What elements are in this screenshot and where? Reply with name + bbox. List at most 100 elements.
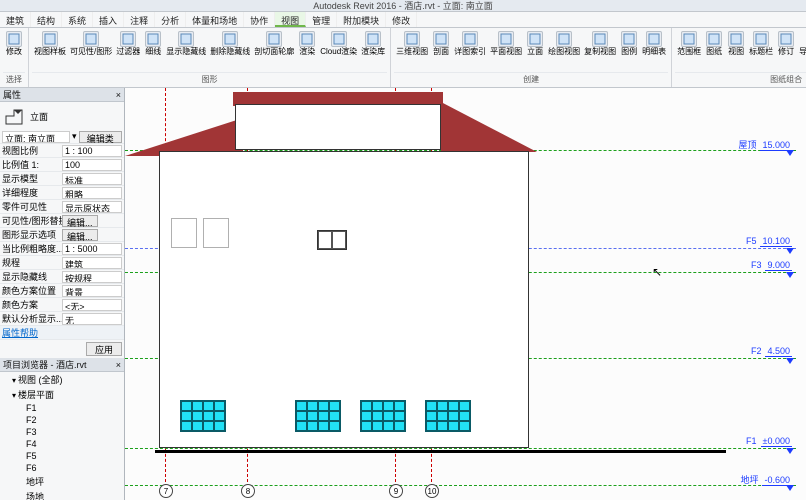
menu-tab[interactable]: 修改	[386, 12, 417, 27]
menu-tab[interactable]: 建筑	[0, 12, 31, 27]
ribbon-button[interactable]: 导向轴网	[797, 30, 806, 57]
menu-tab[interactable]: 注释	[124, 12, 155, 27]
ribbon-button[interactable]: 视图样板	[32, 30, 68, 57]
tree-item[interactable]: 场地	[0, 489, 124, 500]
grid-bubble[interactable]: 8	[241, 484, 255, 498]
level-tag[interactable]: 屋顶15.000	[738, 138, 792, 151]
prop-value[interactable]: 无	[62, 313, 122, 325]
menu-tab[interactable]: 视图	[275, 12, 306, 27]
level-line[interactable]	[125, 448, 796, 449]
ribbon-button[interactable]: 视图	[725, 30, 747, 57]
ribbon-button[interactable]: 可见性/图形	[68, 30, 114, 57]
prop-row[interactable]: 图形显示选项编辑...	[0, 228, 124, 242]
prop-value[interactable]: 1 : 5000	[62, 243, 122, 255]
prop-row[interactable]: 显示模型标准	[0, 172, 124, 186]
prop-value[interactable]: 100	[62, 159, 122, 171]
ribbon-button[interactable]: 立面	[524, 30, 546, 57]
level-tag[interactable]: F1±0.000	[746, 436, 792, 447]
menu-tab[interactable]: 结构	[31, 12, 62, 27]
menu-tab[interactable]: 系统	[62, 12, 93, 27]
tree-item[interactable]: F3	[0, 426, 124, 438]
prop-row[interactable]: 默认分析显示...无	[0, 312, 124, 326]
prop-value[interactable]: 按规程	[62, 271, 122, 283]
level-tag[interactable]: F24.500	[751, 346, 792, 357]
prop-value[interactable]: 建筑	[62, 257, 122, 269]
edit-type-button[interactable]: 编辑类型	[79, 131, 122, 143]
prop-row[interactable]: 当比例粗略度...1 : 5000	[0, 242, 124, 256]
prop-row[interactable]: 颜色方案<无>	[0, 298, 124, 312]
prop-row[interactable]: 详细程度粗略	[0, 186, 124, 200]
level-name: 屋顶	[738, 138, 756, 151]
type-selector-row[interactable]: 立面: 南立面 ▾ 编辑类型	[0, 130, 124, 144]
ribbon-button[interactable]: 过滤器	[114, 30, 142, 57]
menu-tab[interactable]: 体量和场地	[186, 12, 244, 27]
tree-item[interactable]: F2	[0, 414, 124, 426]
tree-item[interactable]: F1	[0, 402, 124, 414]
prop-value[interactable]: <无>	[62, 299, 122, 311]
menu-tab[interactable]: 协作	[244, 12, 275, 27]
drawing-canvas[interactable]: ↖ 屋顶15.000F510.100F39.000F24.500F1±0.000…	[125, 88, 806, 500]
ribbon-button[interactable]: 细线	[142, 30, 164, 57]
prop-row[interactable]: 颜色方案位置背景	[0, 284, 124, 298]
level-tag[interactable]: F510.100	[746, 236, 792, 247]
level-line[interactable]	[125, 485, 796, 486]
tree-item[interactable]: 楼层平面	[0, 387, 124, 402]
level-tag[interactable]: F39.000	[751, 260, 792, 271]
apply-button[interactable]: 应用	[86, 342, 122, 356]
prop-row[interactable]: 比例值 1:100	[0, 158, 124, 172]
ribbon-button[interactable]: 平面视图	[488, 30, 524, 57]
menu-tab[interactable]: 分析	[155, 12, 186, 27]
ribbon-button[interactable]: 修改	[3, 30, 25, 57]
close-icon[interactable]: ×	[116, 90, 121, 100]
ribbon-button[interactable]: Cloud渲染	[318, 30, 359, 57]
ribbon-button[interactable]: 复制视图	[582, 30, 618, 57]
tree-item[interactable]: 视图 (全部)	[0, 372, 124, 387]
prop-value[interactable]: 标准	[62, 173, 122, 185]
prop-row[interactable]: 规程建筑	[0, 256, 124, 270]
tree-item[interactable]: 地坪	[0, 474, 124, 489]
prop-value[interactable]: 显示原状态	[62, 201, 122, 213]
level-tag[interactable]: 地坪-0.600	[740, 473, 792, 486]
ribbon-button[interactable]: 标题栏	[747, 30, 775, 57]
ribbon-button[interactable]: 显示隐藏线	[164, 30, 208, 57]
ribbon-button[interactable]: 绘图视图	[546, 30, 582, 57]
ribbon-button[interactable]: 渲染	[296, 30, 318, 57]
tree-item[interactable]: F5	[0, 450, 124, 462]
prop-edit-button[interactable]: 编辑...	[62, 229, 98, 241]
ribbon-button[interactable]: 详图索引	[452, 30, 488, 57]
prop-row[interactable]: 显示隐藏线按规程	[0, 270, 124, 284]
ribbon-button[interactable]: 三维视图	[394, 30, 430, 57]
menu-tab[interactable]: 插入	[93, 12, 124, 27]
grid-bubble[interactable]: 9	[389, 484, 403, 498]
prop-row[interactable]: 可见性/图形替换编辑...	[0, 214, 124, 228]
prop-value[interactable]: 粗略	[62, 187, 122, 199]
menu-bar: 建筑结构系统插入注释分析体量和场地协作视图管理附加模块修改	[0, 12, 806, 28]
menu-tab[interactable]: 附加模块	[337, 12, 386, 27]
grid-bubble[interactable]: 7	[159, 484, 173, 498]
ribbon-button[interactable]: 范围框	[675, 30, 703, 57]
ribbon-button[interactable]: 图纸	[703, 30, 725, 57]
prop-row[interactable]: 视图比例1 : 100	[0, 144, 124, 158]
grid-bubble[interactable]: 10	[425, 484, 439, 498]
ribbon-button[interactable]: 剖面	[430, 30, 452, 57]
ribbon-button[interactable]: 删除隐藏线	[208, 30, 252, 57]
prop-label: 当比例粗略度...	[2, 242, 62, 255]
prop-value[interactable]: 1 : 100	[62, 145, 122, 157]
ribbon-button[interactable]: 修订	[775, 30, 797, 57]
tree-item[interactable]: F4	[0, 438, 124, 450]
level-marker-icon	[786, 485, 794, 491]
ribbon-button[interactable]: 明细表	[640, 30, 668, 57]
ribbon-button[interactable]: 渲染库	[359, 30, 387, 57]
ribbon-group: 范围框图纸视图标题栏修订导向轴网拼接线视图参照图纸组合	[672, 28, 806, 87]
menu-tab[interactable]: 管理	[306, 12, 337, 27]
close-icon[interactable]: ×	[116, 360, 121, 370]
prop-row[interactable]: 零件可见性显示原状态	[0, 200, 124, 214]
prop-help-link[interactable]: 属性帮助	[2, 326, 62, 339]
elevation-type[interactable]: 立面	[0, 102, 124, 130]
tree-item[interactable]: F6	[0, 462, 124, 474]
ribbon-button[interactable]: 剖切面轮廓	[252, 30, 296, 57]
level-elev: ±0.000	[761, 436, 792, 447]
prop-value[interactable]: 背景	[62, 285, 122, 297]
ribbon-button[interactable]: 图例	[618, 30, 640, 57]
prop-edit-button[interactable]: 编辑...	[62, 215, 98, 227]
